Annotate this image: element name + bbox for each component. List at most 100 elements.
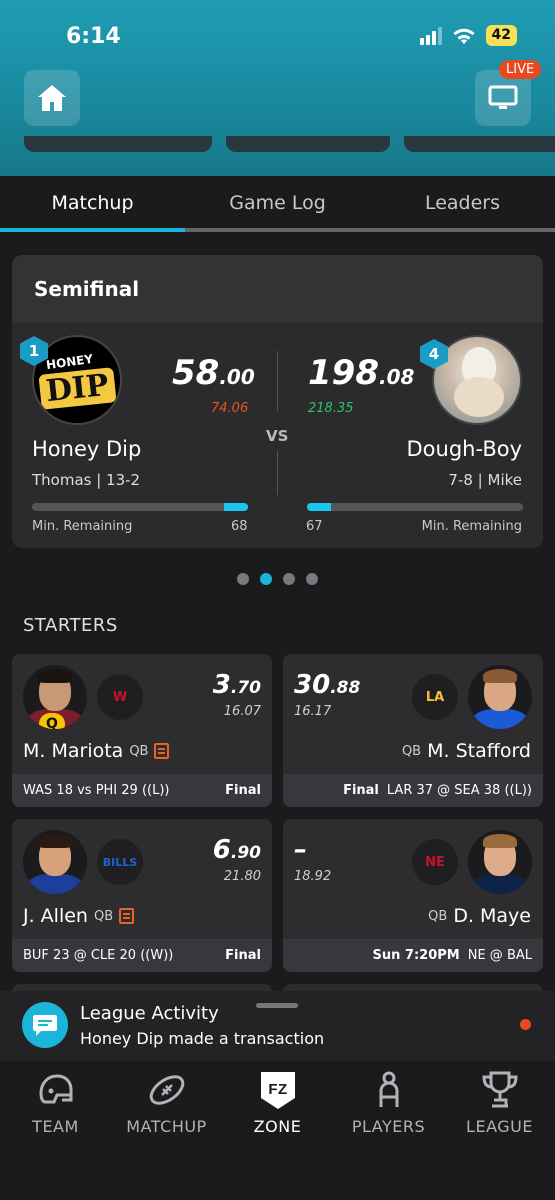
page-dot[interactable]: [237, 573, 249, 585]
score-whole: 30: [294, 670, 331, 700]
tab-leaders[interactable]: Leaders: [370, 176, 555, 232]
team-logo-icon: W: [97, 674, 143, 720]
logo-text: DIP: [38, 366, 116, 410]
player-headshot: Q: [23, 665, 87, 729]
wifi-icon: [453, 28, 475, 44]
game-score: WAS 18 vs PHI 29 ((L)): [23, 783, 170, 798]
player-position: QB: [401, 743, 422, 759]
player-headshot: [468, 665, 532, 729]
player-card-mariota[interactable]: Q W 3.70 16.07 M. Mariota QB WAS 18 vs P…: [12, 654, 272, 807]
game-score: NE @ BAL: [467, 948, 532, 963]
svg-text:FZ: FZ: [268, 1081, 287, 1098]
battery-indicator: 42: [485, 25, 517, 46]
player-card-allen[interactable]: BILLS 6.90 21.80 J. Allen QB BUF 23 @ CL…: [12, 819, 272, 972]
drag-handle[interactable]: [256, 1003, 298, 1008]
player-score: –: [294, 835, 307, 865]
news-icon[interactable]: [154, 743, 170, 759]
injury-badge: Q: [39, 713, 65, 729]
player-name[interactable]: J. Allen: [23, 905, 88, 927]
home-projected: 74.06: [211, 401, 249, 416]
player-projected: 16.07: [223, 704, 261, 719]
player-position: QB: [93, 908, 114, 924]
home-score-whole: 58: [172, 353, 220, 393]
player-name[interactable]: D. Maye: [453, 905, 531, 927]
team-logo-icon: NE: [412, 839, 458, 885]
hair: [483, 834, 517, 848]
activity-subtitle: Honey Dip made a transaction: [80, 1029, 325, 1048]
player-score: 3.70: [213, 670, 261, 700]
vs-label: VS: [266, 427, 289, 445]
nav-matchup[interactable]: MATCHUP: [111, 1061, 222, 1200]
game-status: Final: [225, 783, 261, 798]
unread-indicator: [520, 1019, 531, 1030]
league-activity-banner[interactable]: [0, 991, 555, 1061]
bottom-nav: TEAM MATCHUP FZ ZONE PLAYERS LEAGUE: [0, 1061, 555, 1200]
jersey: [472, 709, 528, 729]
jersey: [27, 874, 83, 894]
home-min-remaining: 68: [231, 519, 248, 534]
matchup-card[interactable]: Semifinal HONEY DIP 1 4 58.00 74.06 198.…: [12, 255, 543, 548]
player-projected: 16.17: [294, 704, 332, 719]
trophy-icon: [481, 1071, 518, 1108]
hair: [38, 669, 72, 683]
away-progress-fill: [307, 503, 331, 511]
home-team-name[interactable]: Honey Dip: [32, 437, 141, 461]
away-owner-record: 7-8 | Mike: [448, 471, 522, 489]
nav-zone[interactable]: FZ ZONE: [222, 1061, 333, 1200]
game-status-row: BUF 23 @ CLE 20 ((W)) Final: [12, 939, 272, 972]
nav-label: ZONE: [253, 1117, 302, 1136]
nav-label: MATCHUP: [126, 1117, 207, 1136]
status-time: 6:14: [66, 24, 121, 49]
away-score-decimal: .08: [378, 365, 415, 389]
player-headshot: [23, 830, 87, 894]
away-projected: 218.35: [308, 401, 354, 416]
nav-label: TEAM: [32, 1117, 79, 1136]
nav-team[interactable]: TEAM: [0, 1061, 111, 1200]
page-dot-active[interactable]: [260, 573, 272, 585]
score-whole: 3: [212, 670, 231, 700]
away-team-name[interactable]: Dough-Boy: [407, 437, 522, 461]
home-button[interactable]: [24, 70, 80, 126]
player-name-row: J. Allen QB: [23, 905, 135, 927]
avatar: [454, 377, 504, 417]
player-position: QB: [428, 908, 448, 924]
status-icons: 42: [419, 25, 517, 46]
player-card-maye[interactable]: – 18.92 NE QB D. Maye Sun 7:20PM NE @ BA…: [283, 819, 543, 972]
message-icon: [33, 1015, 57, 1036]
page-dot[interactable]: [283, 573, 295, 585]
score-decimal: .88: [330, 678, 361, 698]
score-whole: 6: [212, 835, 231, 865]
nav-players[interactable]: PLAYERS: [333, 1061, 444, 1200]
home-score-decimal: .00: [219, 365, 255, 389]
jersey: [472, 874, 528, 894]
activity-title: League Activity: [80, 1003, 219, 1024]
game-status-row: Sun 7:20PM NE @ BAL: [283, 939, 543, 972]
player-score: 30.88: [294, 670, 360, 700]
score-decimal: .70: [230, 678, 261, 698]
player-card-stafford[interactable]: 30.88 16.17 LA QB M. Stafford Final LAR …: [283, 654, 543, 807]
away-min-label: Min. Remaining: [421, 519, 522, 534]
score-whole: –: [294, 835, 307, 865]
signal-icon: [419, 26, 442, 45]
player-projected: 21.80: [223, 869, 261, 884]
nav-league[interactable]: LEAGUE: [444, 1061, 555, 1200]
chat-icon: [22, 1002, 68, 1048]
carousel-peek: [226, 136, 390, 152]
player-name[interactable]: M. Stafford: [427, 740, 531, 762]
game-status-row: WAS 18 vs PHI 29 ((L)) Final: [12, 774, 272, 807]
hair: [38, 834, 72, 848]
game-status: Final: [225, 948, 261, 963]
player-name-row: QB M. Stafford: [402, 740, 531, 762]
news-icon[interactable]: [119, 908, 135, 924]
section-title: STARTERS: [23, 615, 118, 636]
page-dot[interactable]: [306, 573, 318, 585]
tab-game-log[interactable]: Game Log: [185, 176, 370, 232]
tv-icon: [488, 85, 518, 109]
player-score: 6.90: [213, 835, 261, 865]
divider: [277, 351, 278, 411]
tab-matchup[interactable]: Matchup: [0, 176, 185, 232]
logo-text: HONEY: [45, 351, 95, 372]
divider: [277, 451, 278, 495]
player-name[interactable]: M. Mariota: [23, 740, 123, 762]
football-icon: [149, 1075, 184, 1105]
